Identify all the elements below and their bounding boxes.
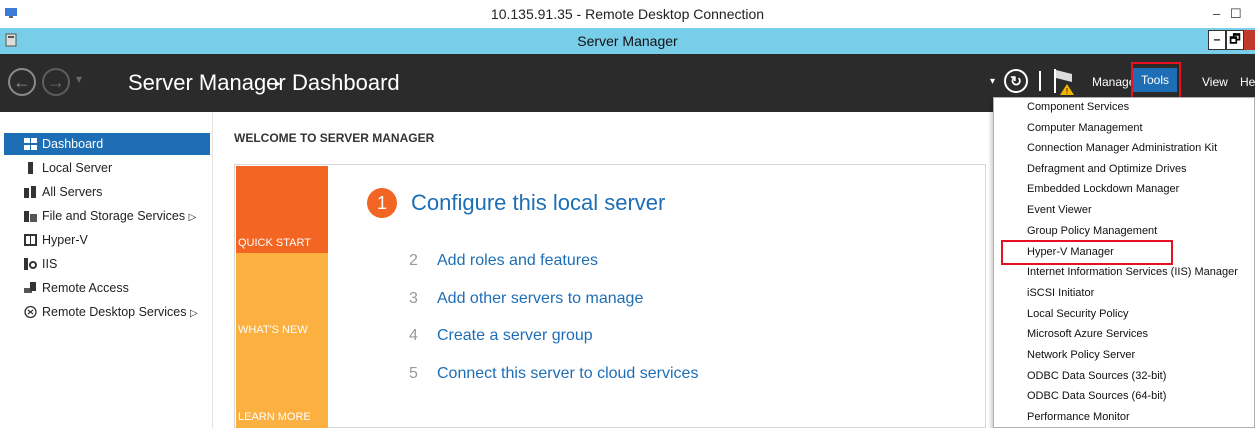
sidebar-item-remote-access[interactable]: Remote Access [4, 277, 210, 299]
window-close-button[interactable] [1244, 30, 1255, 50]
rdp-minimize-button[interactable]: – [1213, 0, 1220, 28]
menu-item-performance-monitor[interactable]: Performance Monitor [1027, 411, 1130, 423]
sidebar-item-label: File and Storage Services ▷ [42, 209, 197, 223]
iis-icon [24, 258, 37, 270]
expand-arrow-icon[interactable]: ▷ [190, 308, 198, 319]
menu-item-event-viewer[interactable]: Event Viewer [1027, 204, 1092, 216]
menu-item-odbc-64[interactable]: ODBC Data Sources (64-bit) [1027, 390, 1166, 402]
server-icon [28, 162, 33, 174]
view-menu[interactable]: View [1202, 75, 1228, 89]
sidebar-item-label: Local Server [42, 161, 113, 175]
connect-cloud-link[interactable]: Connect this server to cloud services [437, 365, 698, 383]
quick-start-tile[interactable]: QUICK START [236, 166, 328, 253]
header-dropdown-icon[interactable]: ▾ [990, 76, 995, 87]
learn-more-tile[interactable]: LEARN MORE [236, 340, 328, 428]
step-2-number: 2 [409, 252, 418, 269]
remote-access-icon [24, 282, 36, 293]
configure-local-server-link[interactable]: Configure this local server [411, 190, 665, 216]
back-arrow-icon[interactable]: ← [8, 68, 36, 96]
menu-item-iscsi-initiator[interactable]: iSCSI Initiator [1027, 287, 1094, 299]
sidebar-item-dashboard[interactable]: Dashboard [4, 133, 210, 155]
menu-item-odbc-32[interactable]: ODBC Data Sources (32-bit) [1027, 370, 1166, 382]
sidebar-item-local-server[interactable]: Local Server [4, 157, 210, 179]
dashboard-icon [24, 138, 37, 150]
sidebar-item-label: Hyper-V [42, 233, 88, 247]
sidebar-item-label: IIS [42, 257, 58, 271]
breadcrumb-page: Dashboard [292, 70, 400, 95]
menu-item-defragment[interactable]: Defragment and Optimize Drives [1027, 163, 1187, 175]
svg-text:!: ! [1066, 87, 1068, 96]
learn-more-label: LEARN MORE [238, 411, 311, 423]
welcome-heading: WELCOME TO SERVER MANAGER [234, 131, 435, 145]
create-server-group-link[interactable]: Create a server group [437, 327, 593, 345]
tools-highlight-box [1131, 62, 1181, 101]
add-roles-link[interactable]: Add roles and features [437, 252, 598, 270]
expand-arrow-icon[interactable]: ▷ [189, 212, 197, 223]
step-1-number: 1 [367, 188, 397, 218]
refresh-icon[interactable]: ↻ [1004, 69, 1028, 93]
menu-item-computer-management[interactable]: Computer Management [1027, 122, 1143, 134]
sidebar-item-label: Remote Access [42, 281, 129, 295]
sidebar-item-label: Dashboard [42, 137, 104, 151]
hyperv-icon [24, 234, 37, 246]
notifications-flag-icon[interactable]: ! [1050, 66, 1080, 96]
menu-item-iis-manager[interactable]: Internet Information Services (IIS) Mana… [1027, 266, 1238, 278]
sidebar-item-all-servers[interactable]: All Servers [4, 181, 210, 203]
window-restore-button[interactable]: 🗗 [1226, 30, 1244, 50]
add-servers-link[interactable]: Add other servers to manage [437, 290, 643, 308]
help-menu[interactable]: He [1240, 75, 1255, 89]
sidebar-item-iis[interactable]: IIS [4, 253, 210, 275]
step-4-number: 4 [409, 327, 418, 344]
hyper-v-highlight-box [1001, 240, 1173, 265]
window-minimize-button[interactable]: – [1208, 30, 1226, 50]
menu-item-local-security-policy[interactable]: Local Security Policy [1027, 308, 1129, 320]
remote-desktop-icon [24, 306, 37, 318]
menu-item-network-policy-server[interactable]: Network Policy Server [1027, 349, 1135, 361]
quick-start-label: QUICK START [238, 237, 311, 249]
sidebar-item-remote-desktop[interactable]: Remote Desktop Services ▷ [4, 301, 210, 323]
whats-new-label: WHAT'S NEW [238, 324, 308, 336]
breadcrumb-separator-icon: ▸ [275, 76, 282, 90]
rdp-restore-button[interactable]: ☐ [1230, 0, 1242, 28]
menu-item-component-services[interactable]: Component Services [1027, 101, 1129, 113]
servers-icon [24, 186, 36, 198]
menu-item-azure-services[interactable]: Microsoft Azure Services [1027, 328, 1148, 340]
menu-item-group-policy[interactable]: Group Policy Management [1027, 225, 1157, 237]
forward-arrow-icon[interactable]: → [42, 68, 70, 96]
step-3-number: 3 [409, 290, 418, 307]
storage-icon [24, 211, 37, 222]
server-manager-window-title: Server Manager [577, 33, 678, 49]
sidebar: Dashboard Local Server All Servers File … [0, 112, 213, 428]
header-divider [1039, 71, 1041, 91]
sidebar-item-file-storage[interactable]: File and Storage Services ▷ [4, 205, 210, 227]
sidebar-item-label: All Servers [42, 185, 103, 199]
menu-item-embedded-lockdown[interactable]: Embedded Lockdown Manager [1027, 183, 1179, 195]
step-5-number: 5 [409, 365, 418, 382]
sidebar-item-hyper-v[interactable]: Hyper-V [4, 229, 210, 251]
rdp-window-title: 10.135.91.35 - Remote Desktop Connection [490, 6, 765, 22]
history-dropdown-icon[interactable]: ▾ [76, 72, 82, 86]
menu-item-connection-manager-kit[interactable]: Connection Manager Administration Kit [1027, 142, 1217, 154]
whats-new-tile[interactable]: WHAT'S NEW [236, 253, 328, 340]
sidebar-item-label: Remote Desktop Services ▷ [42, 305, 198, 319]
manage-menu[interactable]: Manage [1092, 75, 1135, 89]
breadcrumb-root: Server Manager [128, 70, 286, 95]
